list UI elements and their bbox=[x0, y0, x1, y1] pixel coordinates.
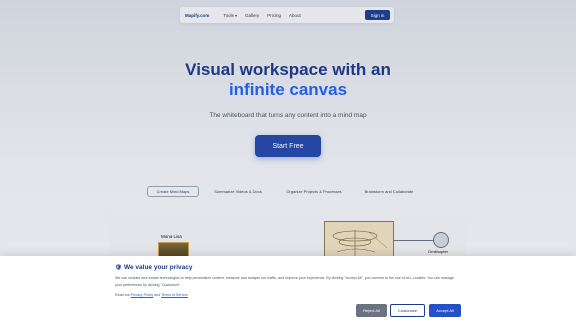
privacy-policy-link[interactable]: Privacy Policy bbox=[131, 293, 153, 297]
customize-button[interactable]: Customize bbox=[390, 304, 425, 317]
shield-icon: 🛡 bbox=[115, 264, 122, 271]
reject-all-button[interactable]: Reject All bbox=[356, 304, 387, 317]
cookie-consent-banner: 🛡 We value your privacy We use cookies a… bbox=[0, 256, 576, 324]
accept-all-button[interactable]: Accept All bbox=[429, 304, 461, 317]
read-our-text: Read our bbox=[115, 293, 130, 297]
terms-of-service-link[interactable]: Terms of Service bbox=[161, 293, 188, 297]
and-text: and bbox=[154, 293, 161, 297]
cookie-title-text: We value your privacy bbox=[123, 264, 193, 271]
cookie-title: 🛡 We value your privacy bbox=[115, 264, 193, 271]
cookie-body-text: We use cookies and similar technologies … bbox=[115, 276, 454, 287]
cookie-policy-links: Read our Privacy Policy and Terms of Ser… bbox=[115, 293, 188, 297]
